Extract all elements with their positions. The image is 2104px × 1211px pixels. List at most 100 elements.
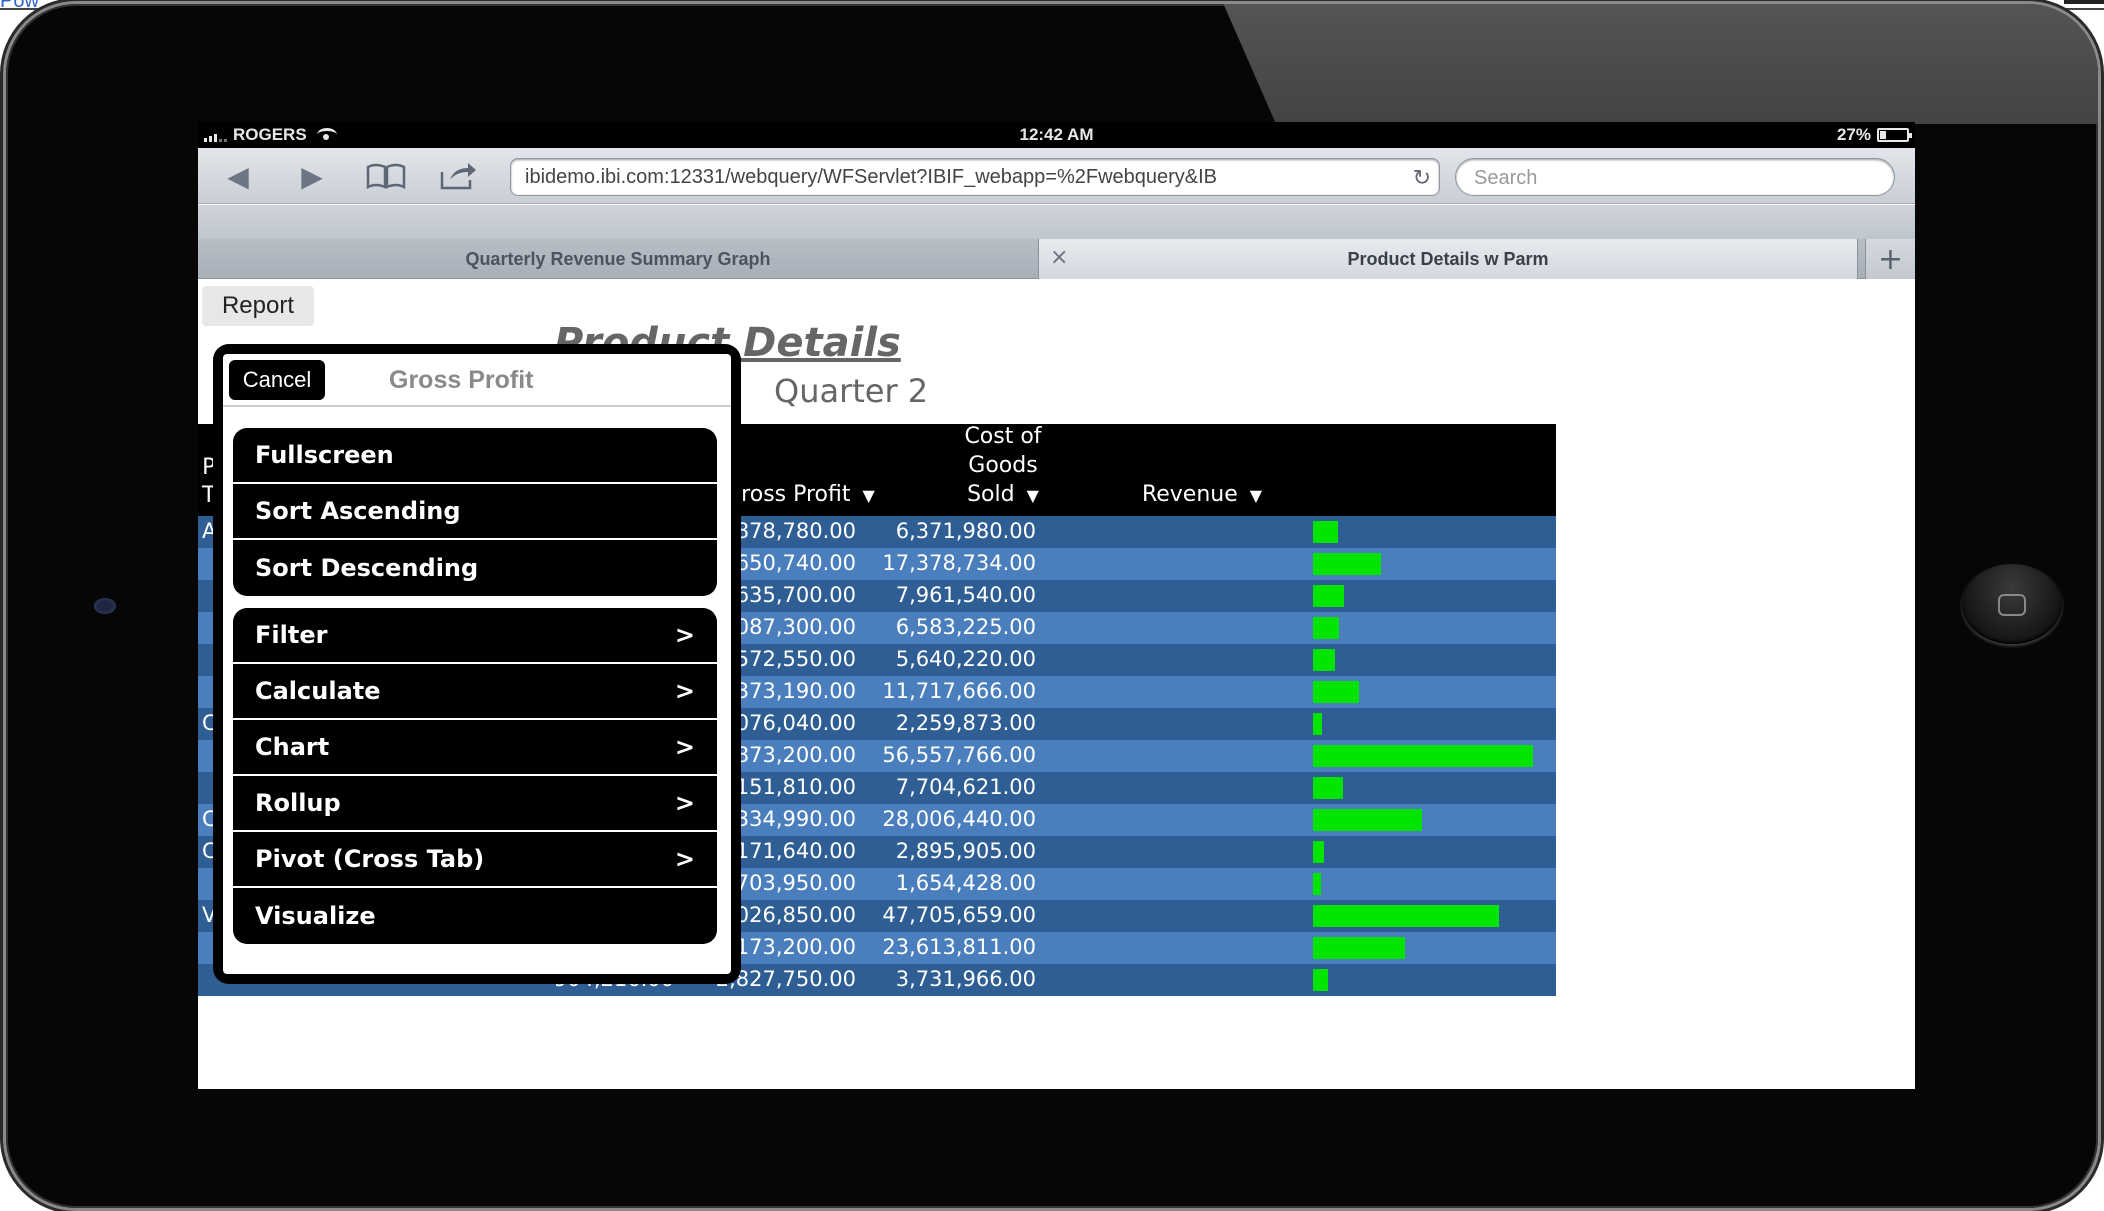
column-header-label: Revenue xyxy=(1141,482,1238,507)
battery-percent: 27% xyxy=(1836,125,1871,144)
popover-header: Cancel Gross Profit xyxy=(223,354,731,407)
slide-top-text: Pow xyxy=(0,0,39,12)
menu-item-label: Sort Ascending xyxy=(255,497,461,525)
column-header-gross-profit[interactable]: ross Profit ▼ xyxy=(718,480,898,510)
menu-item-label: Fullscreen xyxy=(255,441,394,469)
forward-arrow-icon[interactable]: ▶ xyxy=(292,158,332,194)
menu-item-calculate[interactable]: Calculate > xyxy=(233,664,717,720)
popover-panel: Cancel Gross Profit Fullscreen Sort Ascen… xyxy=(223,354,731,974)
revenue-bar xyxy=(1313,841,1324,863)
battery-icon xyxy=(1877,128,1912,142)
cancel-button[interactable]: Cancel xyxy=(229,360,325,400)
chevron-right-icon: > xyxy=(674,845,695,873)
column-header-revenue[interactable]: Revenue ▼ xyxy=(1102,480,1302,510)
revenue-bar xyxy=(1313,777,1343,799)
revenue-cell: 47,705,659.00 xyxy=(882,903,1036,927)
actions-menu-group: Filter > Calculate > Chart > Rollup > Pivot (Cro… xyxy=(233,608,717,944)
reload-icon[interactable]: ↻ xyxy=(1408,165,1431,191)
revenue-cell: 11,717,666.00 xyxy=(882,679,1036,703)
search-placeholder: Search xyxy=(1474,167,1538,189)
report-button[interactable]: Report xyxy=(202,286,314,326)
menu-item-visualize[interactable]: Visualize xyxy=(233,888,717,944)
revenue-cell: 2,259,873.00 xyxy=(895,711,1036,735)
revenue-cell: 7,704,621.00 xyxy=(895,775,1036,799)
add-tab-button[interactable]: + xyxy=(1865,239,1915,279)
chevron-right-icon: > xyxy=(674,789,695,817)
revenue-cell: 56,557,766.00 xyxy=(882,743,1036,767)
chevron-right-icon: > xyxy=(674,733,695,761)
revenue-bar xyxy=(1313,681,1359,703)
menu-item-chart[interactable]: Chart > xyxy=(233,720,717,776)
bookmarks-book-icon[interactable] xyxy=(366,158,406,194)
close-tab-icon[interactable]: × xyxy=(1050,245,1068,270)
menu-item-sort-descending[interactable]: Sort Descending xyxy=(233,540,717,596)
revenue-cell: 3,731,966.00 xyxy=(895,967,1036,991)
revenue-bar xyxy=(1313,905,1499,927)
status-time: 12:42 AM xyxy=(1019,125,1094,144)
tab-product-details[interactable]: Product Details w Parm xyxy=(1038,239,1858,279)
column-options-popover: Cancel Gross Profit Fullscreen Sort Ascen… xyxy=(213,344,741,984)
menu-item-label: Rollup xyxy=(255,789,341,817)
menu-item-label: Calculate xyxy=(255,677,381,705)
bezel-glare xyxy=(1206,4,2098,124)
url-field[interactable]: ibidemo.ibi.com:12331/webquery/WFServlet… xyxy=(510,158,1440,196)
report-subtitle: Quarter 2 xyxy=(774,372,929,410)
back-arrow-icon[interactable]: ◀ xyxy=(218,158,258,194)
revenue-cell: 2,895,905.00 xyxy=(895,839,1036,863)
menu-item-pivot-cross-tab[interactable]: Pivot (Cross Tab) > xyxy=(233,832,717,888)
menu-item-label: Chart xyxy=(255,733,330,761)
sort-menu-group: Fullscreen Sort Ascending Sort Descending xyxy=(233,428,717,596)
revenue-bar xyxy=(1313,649,1335,671)
menu-item-label: Filter xyxy=(255,621,328,649)
revenue-cell: 28,006,440.00 xyxy=(882,807,1036,831)
tab-label: Product Details w Parm xyxy=(1347,248,1549,269)
revenue-cell: 7,961,540.00 xyxy=(895,583,1036,607)
revenue-bar xyxy=(1313,937,1405,959)
cogs-cell: 703,950.00 xyxy=(735,871,856,895)
revenue-bar xyxy=(1313,969,1328,991)
column-header-label: ross Profit xyxy=(741,482,851,507)
revenue-bar xyxy=(1313,617,1339,639)
tab-label: Quarterly Revenue Summary Graph xyxy=(465,248,771,269)
revenue-cell: 6,371,980.00 xyxy=(895,519,1036,543)
sort-triangle-icon[interactable]: ▼ xyxy=(1027,486,1039,505)
menu-item-label: Pivot (Cross Tab) xyxy=(255,845,485,873)
revenue-bar xyxy=(1313,553,1381,575)
revenue-cell: 23,613,811.00 xyxy=(882,935,1036,959)
ipad-screen: ROGERS 12:42 AM 27% ◀ ▶ ibidemo.ibi.com:… xyxy=(198,122,1915,1089)
bookmarks-bar xyxy=(198,205,1915,239)
menu-item-rollup[interactable]: Rollup > xyxy=(233,776,717,832)
tab-quarterly-revenue[interactable]: Quarterly Revenue Summary Graph xyxy=(198,239,1038,279)
menu-item-sort-ascending[interactable]: Sort Ascending xyxy=(233,484,717,540)
tab-bar: Quarterly Revenue Summary Graph Product … xyxy=(198,239,1915,279)
sort-triangle-icon[interactable]: ▼ xyxy=(863,486,875,505)
revenue-cell: 5,640,220.00 xyxy=(895,647,1036,671)
menu-item-filter[interactable]: Filter > xyxy=(233,608,717,664)
share-icon[interactable] xyxy=(438,158,478,194)
battery-area: 27% xyxy=(1836,125,1912,145)
page-content: Report Product Details Quarter 2 P T ros… xyxy=(198,280,1915,1089)
revenue-bar xyxy=(1313,873,1321,895)
revenue-bar xyxy=(1313,745,1533,767)
search-input[interactable]: Search xyxy=(1455,158,1895,196)
ipad-frame: ROGERS 12:42 AM 27% ◀ ▶ ibidemo.ibi.com:… xyxy=(6,4,2098,1208)
revenue-cell: 1,654,428.00 xyxy=(895,871,1036,895)
revenue-bar xyxy=(1313,809,1422,831)
popover-title: Gross Profit xyxy=(389,366,534,394)
revenue-bar xyxy=(1313,585,1344,607)
column-header-cogs[interactable]: Cost of Goods Sold ▼ xyxy=(928,422,1078,510)
home-square-icon xyxy=(1998,594,2026,616)
menu-item-label: Visualize xyxy=(255,902,376,930)
home-button[interactable] xyxy=(1962,564,2062,644)
browser-toolbar: ◀ ▶ ibidemo.ibi.com:12331/webquery/WFSer… xyxy=(198,148,1915,204)
chevron-right-icon: > xyxy=(674,677,695,705)
revenue-bar xyxy=(1313,713,1322,735)
sort-triangle-icon[interactable]: ▼ xyxy=(1250,486,1262,505)
url-text: ibidemo.ibi.com:12331/webquery/WFServlet… xyxy=(525,166,1218,188)
menu-item-label: Sort Descending xyxy=(255,554,479,582)
menu-item-fullscreen[interactable]: Fullscreen xyxy=(233,428,717,484)
status-bar: ROGERS 12:42 AM 27% xyxy=(198,122,1915,148)
chevron-right-icon: > xyxy=(674,621,695,649)
revenue-cell: 17,378,734.00 xyxy=(882,551,1036,575)
revenue-cell: 6,583,225.00 xyxy=(895,615,1036,639)
